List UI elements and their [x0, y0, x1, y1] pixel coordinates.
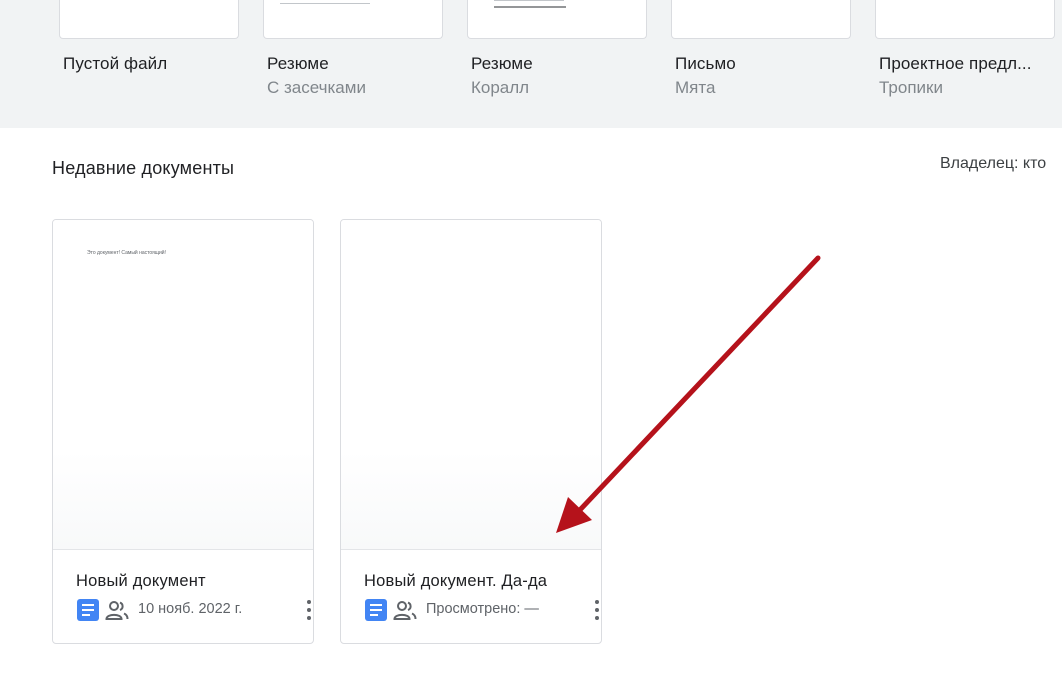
template-name: Резюме	[471, 54, 533, 73]
more-options-icon[interactable]	[587, 598, 601, 622]
more-options-icon[interactable]	[299, 598, 313, 622]
owner-filter-dropdown[interactable]: Владелец: кто	[940, 155, 1046, 173]
document-meta: 10 нояб. 2022 г.	[77, 598, 311, 622]
document-date: 10 нояб. 2022 г.	[138, 601, 243, 617]
template-name: Резюме	[267, 54, 329, 73]
document-preview-text: Это документ! Самый настоящий!	[87, 250, 166, 256]
docs-icon	[365, 599, 387, 621]
template-gallery: Пустой файл Резюме С засечками Резюме Ко…	[0, 0, 1062, 128]
template-name: Проектное предл...	[879, 54, 1032, 73]
template-subtitle: С засечками	[267, 78, 366, 97]
docs-icon	[77, 599, 99, 621]
document-preview[interactable]: Это документ! Самый настоящий!	[53, 220, 313, 550]
document-meta: Просмотрено: —	[365, 598, 599, 622]
template-subtitle: Коралл	[471, 78, 530, 97]
template-subtitle: Тропики	[879, 78, 943, 97]
template-thumbnail[interactable]	[59, 0, 239, 39]
document-preview[interactable]	[341, 220, 601, 550]
document-title: Новый документ	[76, 572, 206, 590]
shared-people-icon	[105, 601, 129, 620]
document-title: Новый документ. Да-да	[364, 572, 548, 590]
template-subtitle: Мята	[675, 78, 716, 97]
document-card[interactable]: Это документ! Самый настоящий! Новый док…	[52, 219, 314, 644]
template-name: Пустой файл	[63, 54, 168, 73]
document-viewed-status: Просмотрено: —	[426, 601, 539, 617]
template-thumbnail[interactable]	[671, 0, 851, 39]
recent-documents-heading: Недавние документы	[52, 158, 235, 178]
template-name: Письмо	[675, 54, 736, 73]
document-card[interactable]: Новый документ. Да-да Просмотрено: —	[340, 219, 602, 644]
template-thumbnail[interactable]	[875, 0, 1055, 39]
shared-people-icon	[393, 601, 417, 620]
template-thumbnail[interactable]	[467, 0, 647, 39]
template-thumbnail[interactable]	[263, 0, 443, 39]
